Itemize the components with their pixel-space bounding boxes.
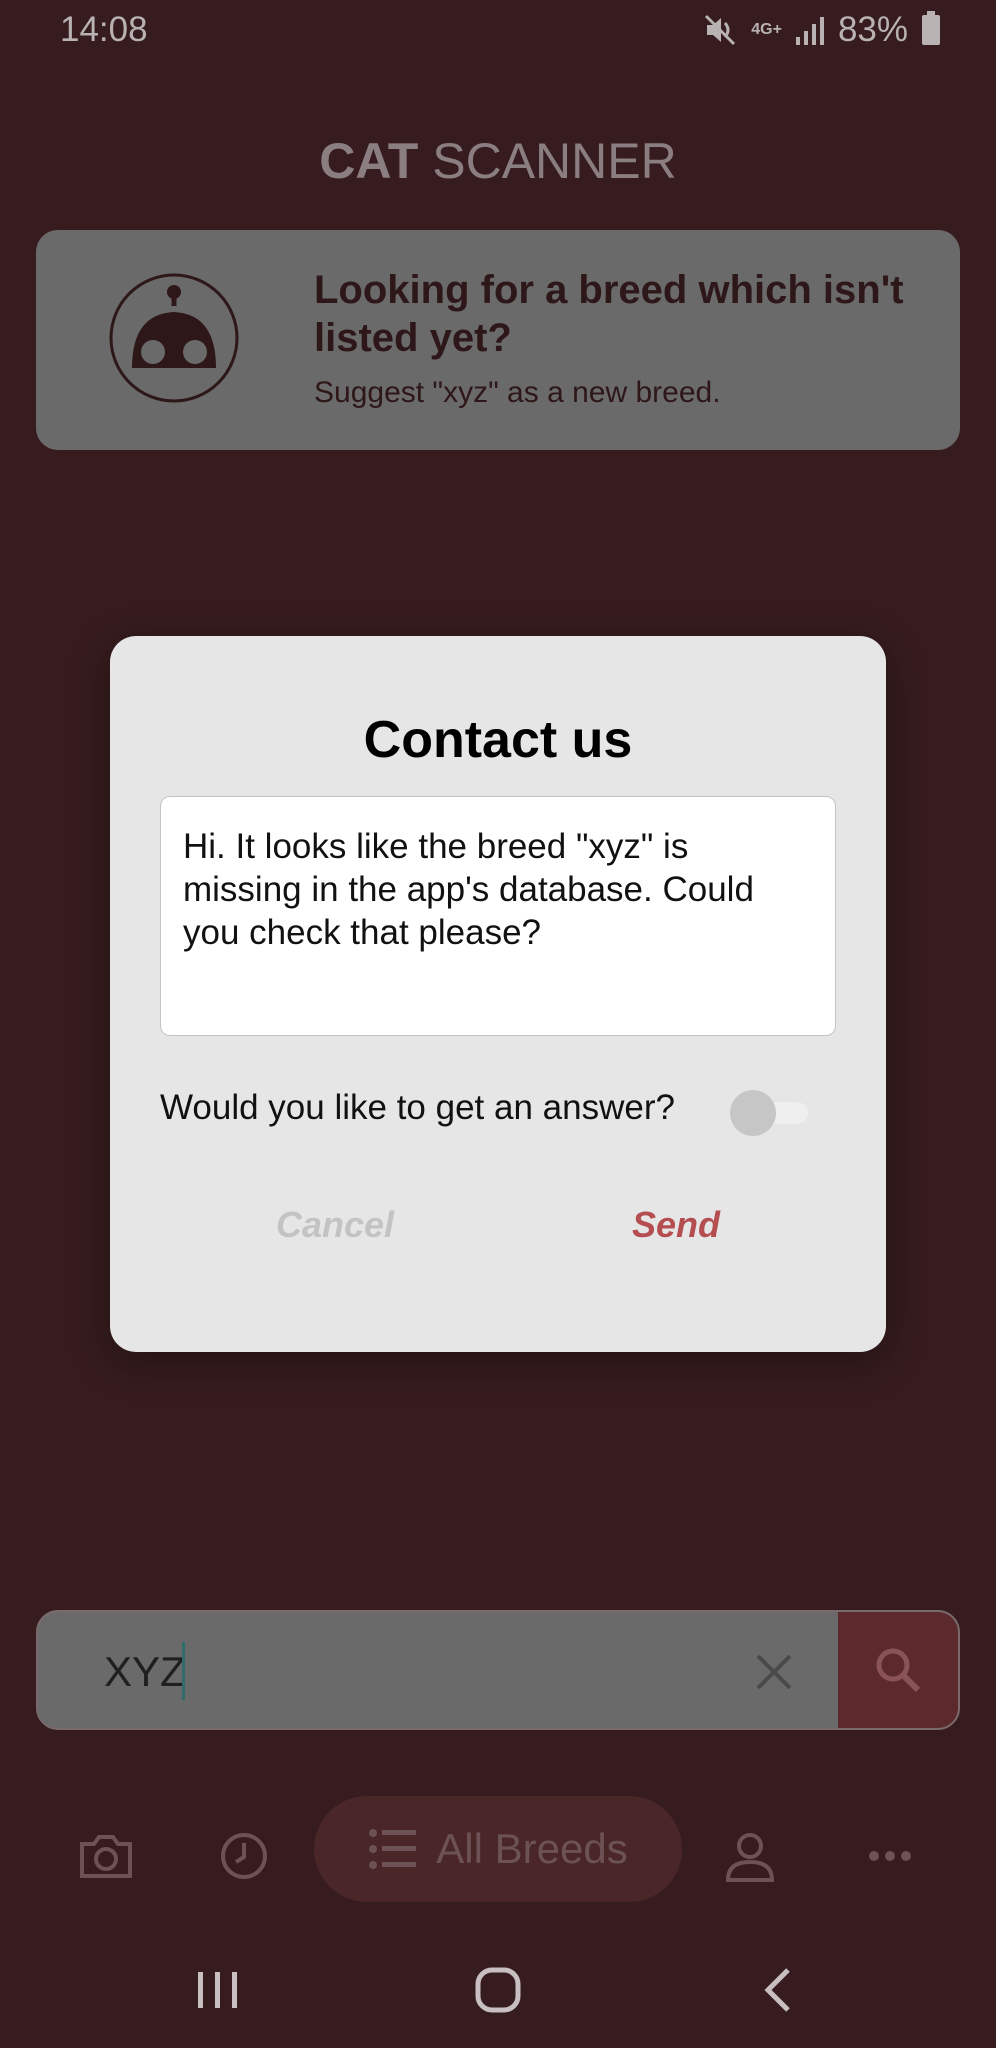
history-icon[interactable] [214,1826,274,1886]
network-type: 4G+ [751,21,782,38]
contact-dialog: Contact us Hi. It looks like the breed "… [110,636,886,1352]
clear-icon[interactable] [744,1642,804,1702]
bottom-nav: All Breeds [0,1796,996,1906]
status-time: 14:08 [60,10,148,49]
more-icon[interactable] [860,1826,920,1886]
answer-toggle-knob [730,1090,776,1136]
status-icons: 4G+ 83% [703,10,940,50]
search-icon [876,1648,921,1693]
search-input[interactable] [104,1642,664,1702]
battery-icon [922,11,940,45]
status-bar: 14:08 4G+ 83% [0,0,996,62]
app-title-bold: CAT [319,133,419,189]
list-icon [369,1829,417,1869]
app-title: CAT SCANNER [0,132,996,190]
suggest-breed-card[interactable]: Looking for a breed which isn't listed y… [36,230,960,450]
app-title-rest: SCANNER [432,133,677,189]
answer-toggle-label: Would you like to get an answer? [160,1088,675,1127]
cancel-button[interactable]: Cancel [276,1204,394,1246]
answer-toggle[interactable] [730,1090,810,1136]
signal-icon [795,17,824,45]
search-button[interactable] [838,1612,958,1728]
camera-icon[interactable] [76,1826,136,1886]
recent-apps-icon[interactable] [196,1968,240,2012]
nav-all-breeds[interactable]: All Breeds [314,1796,682,1902]
home-icon[interactable] [474,1966,522,2014]
suggest-subtitle: Suggest "xyz" as a new breed. [314,376,721,409]
mute-icon [705,14,736,46]
system-nav [0,1940,996,2040]
text-caret [182,1642,185,1700]
profile-icon[interactable] [720,1826,780,1886]
message-box: Hi. It looks like the breed "xyz" is mis… [160,796,836,1036]
message-textarea[interactable]: Hi. It looks like the breed "xyz" is mis… [183,825,813,1025]
robot-icon [109,273,239,403]
nav-all-breeds-label: All Breeds [436,1825,628,1872]
search-bar [36,1610,960,1730]
battery-percent: 83% [837,10,908,49]
dialog-title: Contact us [363,711,633,769]
suggest-title: Looking for a breed which isn't listed y… [314,268,904,360]
back-icon[interactable] [758,1966,798,2014]
send-button[interactable]: Send [632,1204,720,1246]
